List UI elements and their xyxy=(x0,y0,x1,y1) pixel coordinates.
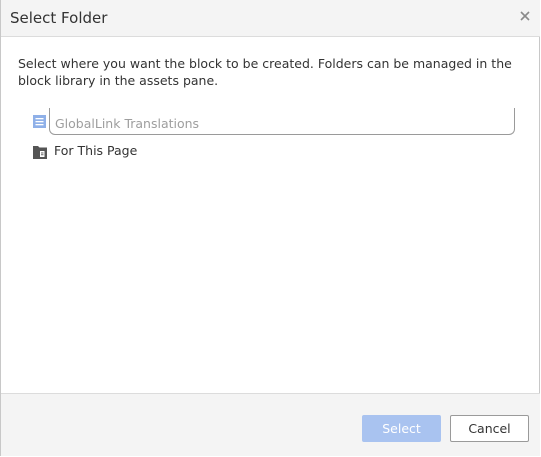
page-folder-icon xyxy=(32,144,48,160)
folder-name-input[interactable] xyxy=(49,108,515,135)
dialog-footer: Select Cancel xyxy=(1,393,540,456)
dialog-description: Select where you want the block to be cr… xyxy=(18,56,512,88)
list-icon xyxy=(32,114,48,130)
select-folder-dialog: Select Folder Select where you want the … xyxy=(0,0,540,456)
close-icon[interactable] xyxy=(518,8,532,22)
cancel-button[interactable]: Cancel xyxy=(450,415,529,442)
dialog-title: Select Folder xyxy=(10,9,108,27)
dialog-title-bar: Select Folder xyxy=(1,0,540,37)
select-button[interactable]: Select xyxy=(362,415,441,442)
tree-item-label: For This Page xyxy=(54,143,138,158)
